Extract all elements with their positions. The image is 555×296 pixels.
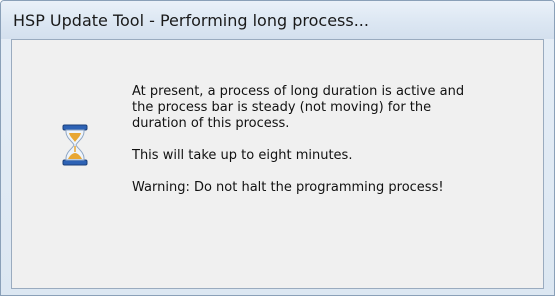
message-line-3: duration of this process. <box>132 116 290 131</box>
message-line-1: At present, a process of long duration i… <box>132 84 465 99</box>
warning-message: Warning: Do not halt the programming pro… <box>132 180 444 195</box>
message-text: At present, a process of long duration i… <box>132 84 532 196</box>
duration-message: This will take up to eight minutes. <box>132 148 353 163</box>
hourglass-icon <box>62 124 88 166</box>
dialog-content: At present, a process of long duration i… <box>11 39 544 289</box>
window-title: HSP Update Tool - Performing long proces… <box>13 10 369 30</box>
dialog-window: HSP Update Tool - Performing long proces… <box>0 0 555 296</box>
title-bar[interactable]: HSP Update Tool - Performing long proces… <box>1 1 554 39</box>
message-line-2: the process bar is steady (not moving) f… <box>132 100 432 115</box>
